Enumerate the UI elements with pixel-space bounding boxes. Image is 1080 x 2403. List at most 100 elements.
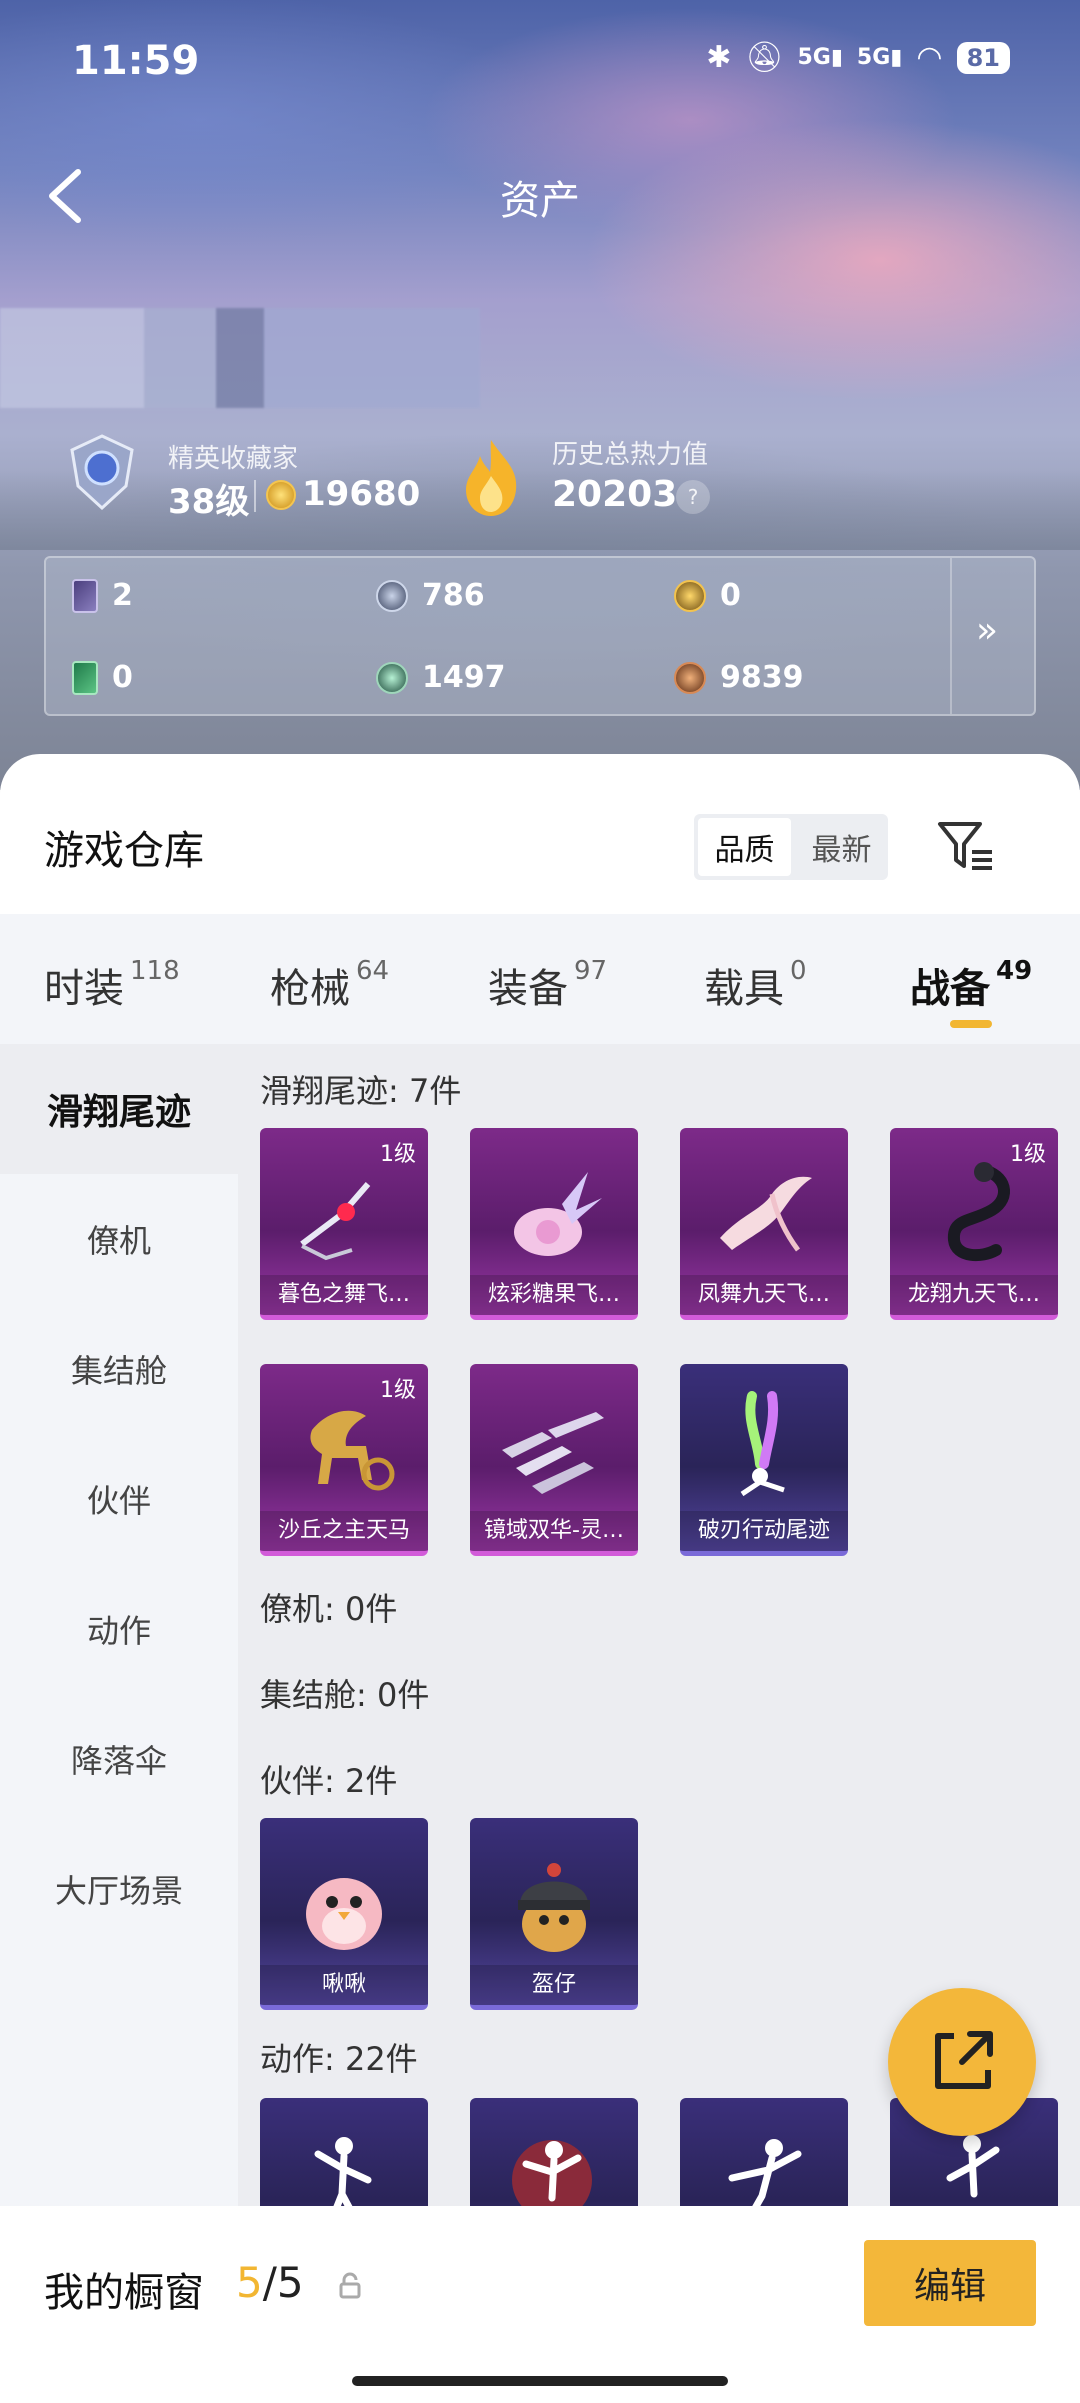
currency-value: 9839 (720, 660, 804, 695)
active-tab-indicator (950, 1020, 992, 1028)
currency-item: 2 (72, 578, 133, 613)
currency-item: 0 (72, 660, 133, 695)
subcategory-sidebar: 滑翔尾迹 僚机 集结舱 伙伴 动作 降落伞 大厅场景 (0, 1044, 238, 2403)
tab-battle-prep[interactable]: 战备 49 (910, 956, 1032, 1014)
edit-button[interactable]: 编辑 (864, 2240, 1036, 2326)
divider (254, 480, 256, 512)
battery-icon: 81 (956, 41, 1010, 74)
double-chevron-right-icon[interactable]: » (976, 610, 998, 651)
glide-trail-art (300, 1182, 371, 1261)
item-label: 暮色之舞飞… (260, 1275, 428, 1315)
item-card[interactable]: 1级 龙翔九天飞… (890, 1128, 1058, 1320)
green-card-icon (72, 660, 98, 695)
item-label: 沙丘之主天马 (260, 1511, 428, 1551)
share-icon (935, 2031, 993, 2089)
heat-value: 20203 (552, 474, 678, 515)
collector-level: 38级 (168, 482, 250, 522)
tab-fashion[interactable]: 时装 118 (44, 956, 180, 1014)
sidebar-item-wingman[interactable]: 僚机 (0, 1174, 238, 1304)
city-skyline (0, 470, 1080, 550)
pegasus-chariot-art (310, 1410, 395, 1491)
collector-points: 19680 (302, 474, 421, 514)
section-title-wingman: 僚机: 0件 (260, 1590, 398, 1628)
purple-card-icon (72, 578, 98, 613)
item-card[interactable]: 破刃行动尾迹 (680, 1364, 848, 1556)
candy-trail-art (514, 1172, 602, 1256)
item-card[interactable]: 炫彩糖果飞… (470, 1128, 638, 1320)
tab-firearms[interactable]: 枪械 64 (270, 956, 389, 1014)
sidebar-item-emote[interactable]: 动作 (0, 1564, 238, 1694)
heat-title: 历史总热力值 (552, 440, 709, 470)
category-tabs: 时装 118 枪械 64 装备 97 载具 0 战备 49 (0, 914, 1080, 1044)
sidebar-item-capsule[interactable]: 集结舱 (0, 1304, 238, 1434)
lock-icon (339, 2272, 361, 2299)
sort-toggle[interactable]: 品质 最新 (694, 814, 888, 880)
item-label: 凤舞九天飞… (680, 1275, 848, 1315)
home-indicator[interactable] (352, 2376, 728, 2386)
item-content: 滑翔尾迹: 7件 1级 暮色之舞飞… 炫彩糖果飞… 凤舞九天飞… 1级 龙翔九天… (238, 1044, 1080, 2403)
item-label: 龙翔九天飞… (890, 1275, 1058, 1315)
currency-panel[interactable]: 2 786 0 0 1497 9839 » (44, 556, 1036, 716)
item-label: 盔仔 (470, 1965, 638, 2005)
showcase-label: 我的橱窗 (44, 2270, 204, 2316)
warehouse-title: 游戏仓库 (44, 828, 204, 874)
divider (950, 558, 952, 714)
item-card[interactable]: 凤舞九天飞… (680, 1128, 848, 1320)
dragon-trail-art (947, 1162, 1010, 1262)
warehouse-sheet: 游戏仓库 品质 最新 时装 118 枪械 64 装备 97 载具 0 战备 49 滑翔尾迹… (0, 754, 1080, 2403)
item-card[interactable]: 1级 沙丘之主天马 (260, 1364, 428, 1556)
currency-value: 0 (112, 660, 133, 695)
page-title: 资产 (500, 178, 580, 224)
currency-item: 9839 (674, 660, 804, 695)
item-label: 啾啾 (260, 1965, 428, 2005)
share-button[interactable] (888, 1988, 1036, 2136)
currency-value: 786 (422, 578, 485, 613)
wifi-icon: ◠ (916, 40, 943, 75)
tab-equipment[interactable]: 装备 97 (488, 956, 607, 1014)
section-title-capsule: 集结舱: 0件 (260, 1676, 430, 1714)
signal-1: 5G▮ (797, 45, 843, 70)
item-label: 炫彩糖果飞… (470, 1275, 638, 1315)
currency-item: 0 (674, 578, 741, 613)
section-title-trail: 滑翔尾迹: 7件 (260, 1072, 462, 1110)
showcase-count: 5/5 (236, 2258, 304, 2307)
sidebar-item-lobby-scene[interactable]: 大厅场景 (0, 1824, 238, 1954)
smoke-trail-art (740, 1391, 785, 1497)
item-card[interactable]: 镜域双华-灵… (470, 1364, 638, 1556)
bluetooth-icon: ✱ (706, 40, 732, 75)
showcase-bar: 我的橱窗 5/5 编辑 (0, 2206, 1080, 2403)
item-label: 破刃行动尾迹 (680, 1511, 848, 1551)
collector-title: 精英收藏家 (168, 444, 299, 474)
sidebar-item-parachute[interactable]: 降落伞 (0, 1694, 238, 1824)
currency-value: 2 (112, 578, 133, 613)
username-blurred (0, 308, 480, 408)
item-card[interactable]: 1级 暮色之舞飞… (260, 1128, 428, 1320)
help-icon[interactable]: ? (676, 480, 710, 514)
filter-icon[interactable] (936, 818, 996, 874)
collector-badge-icon (70, 434, 134, 511)
signal-2: 5G▮ (856, 45, 903, 70)
pink-bird-partner-art (306, 1878, 382, 1950)
crystal-trail-art (502, 1412, 604, 1494)
phoenix-trail-art (720, 1176, 812, 1252)
currency-value: 1497 (422, 660, 506, 695)
silver-coin-icon (376, 579, 408, 612)
helmet-chick-partner-art (518, 1863, 590, 1952)
item-label: 镜域双华-灵… (470, 1511, 638, 1551)
sidebar-item-partner[interactable]: 伙伴 (0, 1434, 238, 1564)
tab-vehicles[interactable]: 载具 0 (704, 956, 807, 1014)
bronze-coin-icon (674, 661, 706, 694)
status-icons: ✱ 🔕︎ 5G▮ 5G▮ ◠ 81 (706, 40, 1010, 75)
currency-item: 786 (376, 578, 485, 613)
currency-item: 1497 (376, 660, 506, 695)
currency-value: 0 (720, 578, 741, 613)
item-card[interactable]: 啾啾 (260, 1818, 428, 2010)
section-title-partner: 伙伴: 2件 (260, 1762, 398, 1800)
item-card[interactable]: 盔仔 (470, 1818, 638, 2010)
sidebar-item-glide-trail[interactable]: 滑翔尾迹 (0, 1044, 238, 1174)
gold-coin-icon (674, 579, 706, 612)
flame-icon (466, 440, 517, 516)
sort-quality[interactable]: 品质 (698, 818, 791, 876)
green-orb-icon (376, 661, 408, 694)
sort-newest[interactable]: 最新 (795, 814, 888, 880)
